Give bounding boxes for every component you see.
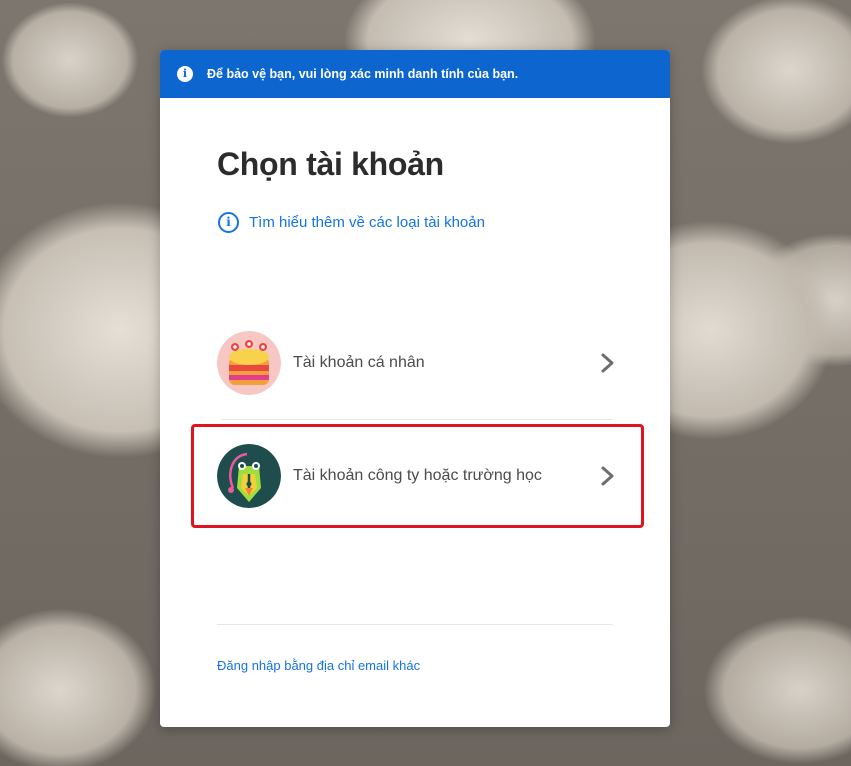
banner-text: Để bảo vệ bạn, vui lòng xác minh danh tí… xyxy=(207,67,519,81)
personal-account-label: Tài khoản cá nhân xyxy=(293,354,425,371)
business-account-option[interactable]: Tài khoản công ty hoặc trường học xyxy=(217,442,617,510)
other-email-link[interactable]: Đăng nhập bằng địa chỉ email khác xyxy=(217,658,420,673)
divider xyxy=(222,419,612,420)
page-title: Chọn tài khoản xyxy=(217,146,444,182)
verification-banner: i Để bảo vệ bạn, vui lòng xác minh danh … xyxy=(160,50,670,98)
chevron-right-icon xyxy=(601,353,614,373)
learn-more-link[interactable]: i Tìm hiểu thêm về các loại tài khoản xyxy=(218,212,485,233)
learn-more-text: Tìm hiểu thêm về các loại tài khoản xyxy=(249,214,485,231)
info-icon: i xyxy=(218,212,239,233)
chevron-right-icon xyxy=(601,466,614,486)
business-account-label: Tài khoản công ty hoặc trường học xyxy=(293,467,542,484)
info-icon: i xyxy=(177,66,193,82)
business-account-avatar xyxy=(217,444,281,508)
divider xyxy=(217,624,613,625)
personal-account-option[interactable]: Tài khoản cá nhân xyxy=(217,329,617,397)
personal-account-avatar xyxy=(217,331,281,395)
